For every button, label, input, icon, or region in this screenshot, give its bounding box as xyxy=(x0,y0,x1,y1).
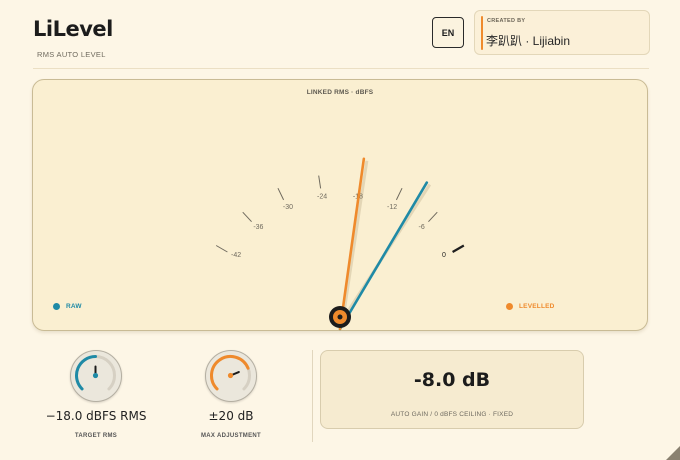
legend-raw-label: RAW xyxy=(66,303,82,310)
target-rms-value: −18.0 dBFS RMS xyxy=(45,409,147,423)
max-adjustment-value: ±20 dB xyxy=(208,409,254,423)
resize-handle-icon[interactable] xyxy=(664,444,680,460)
legend-raw: RAW xyxy=(53,303,82,310)
scale-label: 0 xyxy=(442,252,446,259)
scale-tick xyxy=(242,211,252,223)
controls-divider xyxy=(312,350,313,442)
gain-note: AUTO GAIN / 0 dBFS CEILING · FIXED xyxy=(390,411,514,418)
header-divider xyxy=(33,68,649,69)
max-adjustment-knob-arc xyxy=(210,355,251,391)
gain-readout: -8.0 dB AUTO GAIN / 0 dBFS CEILING · FIX… xyxy=(320,350,584,429)
app-subtitle: RMS AUTO LEVEL xyxy=(37,50,106,59)
scale-label: -42 xyxy=(231,252,241,259)
credit-name: 李趴趴 · Lijiabin xyxy=(486,34,571,48)
app-title: LiLevel xyxy=(33,17,113,41)
scale-tick xyxy=(215,245,228,253)
scale-label: -30 xyxy=(283,204,293,211)
language-button[interactable]: EN xyxy=(432,17,464,48)
needle-pivot-center xyxy=(337,314,343,320)
levelled-dot-icon xyxy=(506,303,513,310)
scale-label: -24 xyxy=(317,193,327,200)
scale-tick xyxy=(277,187,285,201)
scale-tick xyxy=(318,175,322,189)
target-knob-arc xyxy=(75,355,116,391)
scale-label: -12 xyxy=(387,204,397,211)
target-rms-label: TARGET RMS xyxy=(74,433,118,439)
meter-dial: -42-36-30-24-18-12-60 xyxy=(215,157,465,331)
raw-dot-icon xyxy=(53,303,60,310)
knob-value-arc xyxy=(210,355,250,391)
knob-value-arc xyxy=(75,355,97,391)
levelled-needle-shadow xyxy=(341,160,369,320)
scale-tick xyxy=(428,211,438,223)
gain-value: -8.0 dB xyxy=(413,369,491,391)
scale-label: -6 xyxy=(419,224,425,231)
scale-tick xyxy=(395,187,403,201)
legend-levelled: LEVELLED xyxy=(506,303,555,310)
scale-label: -36 xyxy=(253,224,263,231)
header: LiLevel RMS AUTO LEVEL EN CREATED BY 李趴趴… xyxy=(0,0,680,70)
max-adjustment-label: MAX ADJUSTMENT xyxy=(201,433,261,439)
max-adjustment-knob[interactable] xyxy=(205,350,257,402)
credit-label: CREATED BY xyxy=(487,18,526,24)
credit-accent-bar xyxy=(481,16,483,50)
vu-meter: LINKED RMS · dBFS -42-36-30-24-18-12-60 … xyxy=(32,79,648,331)
target-rms-knob[interactable] xyxy=(70,350,122,402)
scale-tick xyxy=(452,244,465,253)
legend-levelled-label: LEVELLED xyxy=(519,303,555,310)
knob-center-dot xyxy=(227,372,234,379)
credit-box: CREATED BY 李趴趴 · Lijiabin xyxy=(474,10,650,55)
knob-center-dot xyxy=(92,372,99,379)
